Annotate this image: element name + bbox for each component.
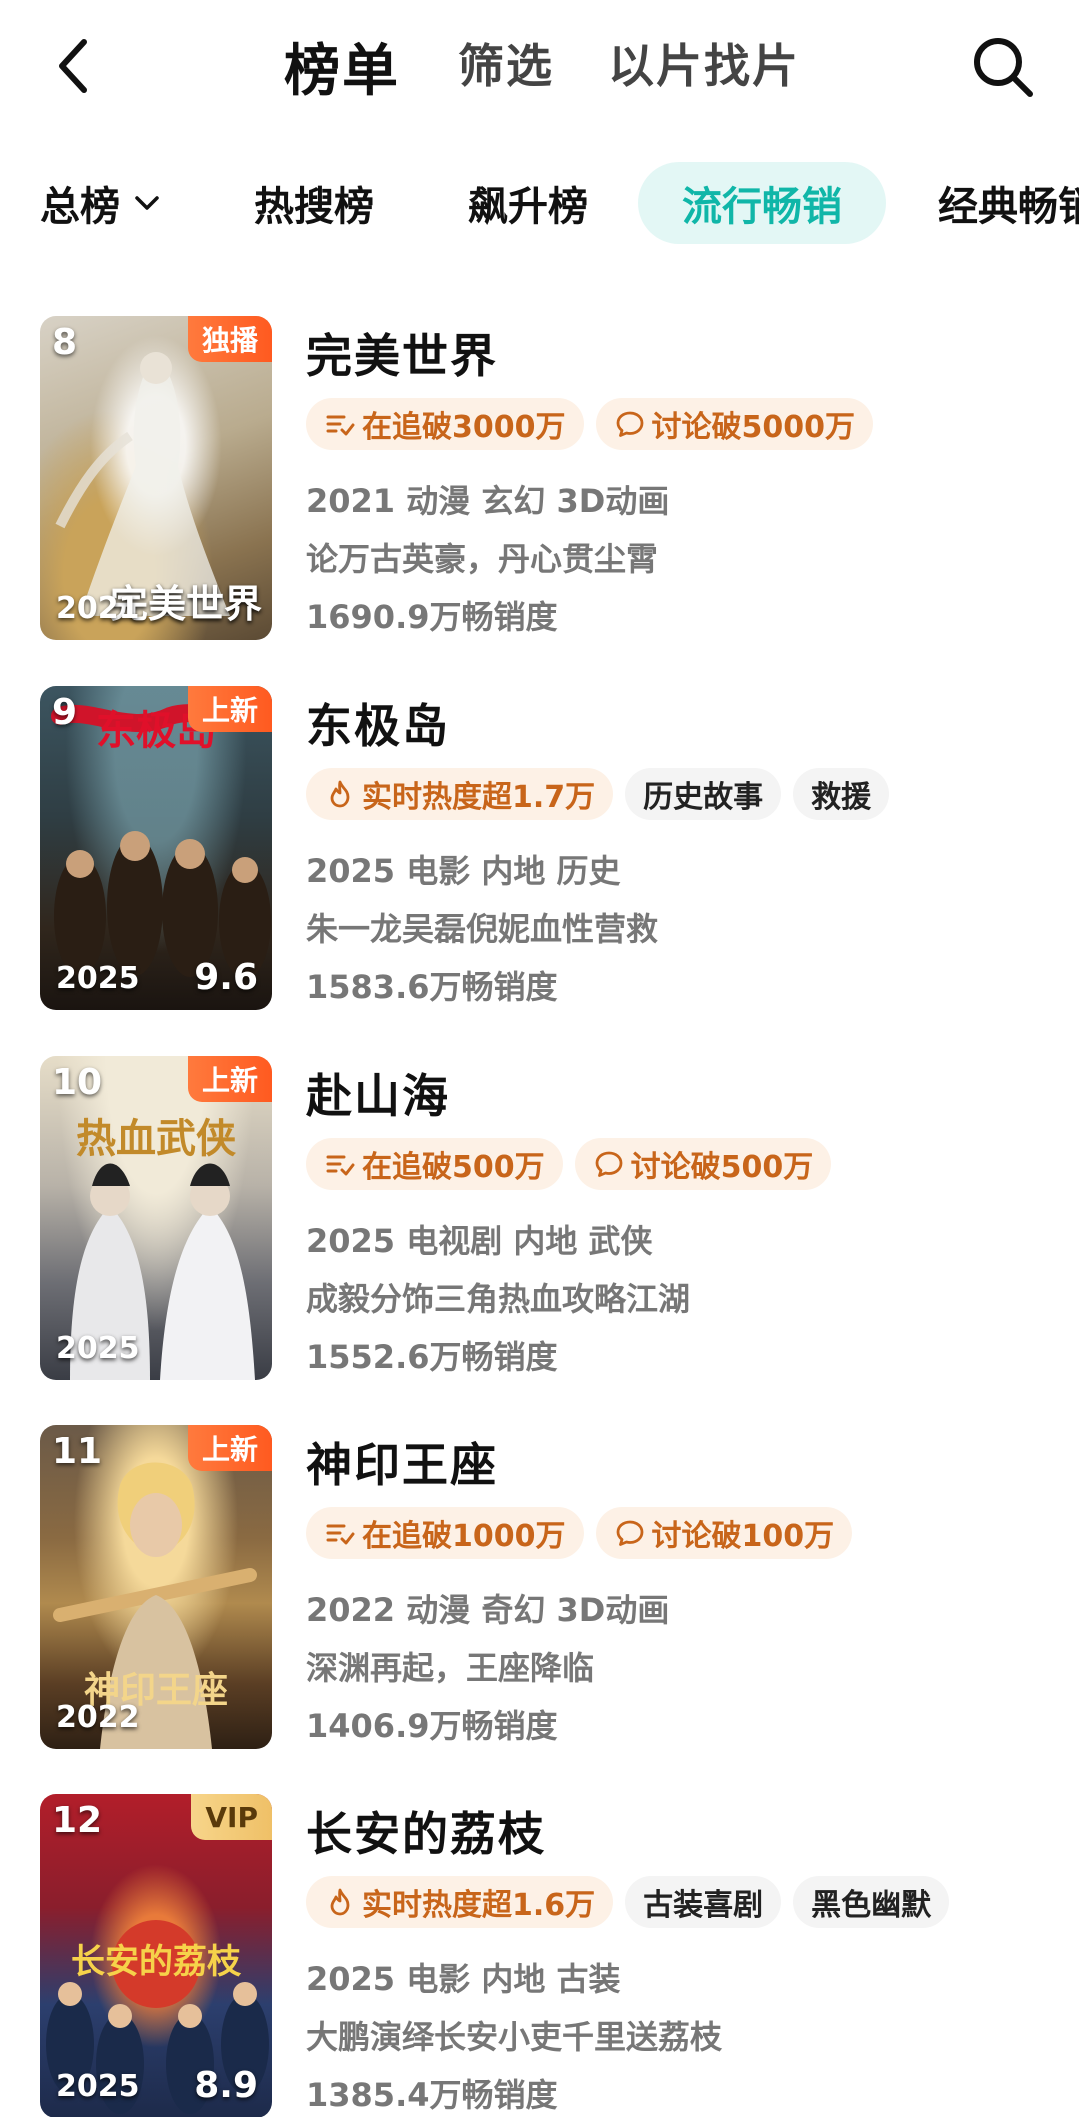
follow-list-icon (326, 1524, 355, 1545)
rating-score: 8.9 (194, 2065, 258, 2106)
rank-number: 11 (52, 1431, 103, 1472)
poster-title: 热血武侠 (76, 1115, 236, 1162)
search-icon (974, 38, 1033, 97)
item-meta: 2025 电影 内地 历史 (306, 852, 621, 890)
follow-list-icon (326, 415, 355, 436)
comment-icon (616, 411, 643, 437)
comment-icon (595, 1151, 623, 1177)
item-description: 大鹏演绎长安小吏千里送荔枝 (306, 2018, 723, 2056)
item-description: 朱一龙吴磊倪妮血性营救 (306, 910, 659, 948)
poster[interactable]: 神印王座 11 上新 2022 (40, 1425, 272, 1749)
list-item[interactable]: 热血武侠 10 上新 2025 赴山海 在追破500万 讨论破500万 2025… (0, 1056, 1079, 1386)
item-description: 深渊再起，王座降临 (306, 1649, 595, 1687)
tab-hot-search[interactable]: 热搜榜 (254, 162, 374, 244)
item-title[interactable]: 神印王座 (306, 1429, 498, 1495)
poster-year: 2025 (56, 1331, 140, 1366)
item-meta: 2025 电视剧 内地 武侠 (306, 1222, 653, 1260)
rating-score: 9.6 (194, 957, 258, 998)
follow-tag: 在追破3000万 (306, 398, 584, 450)
category-dropdown[interactable]: 总榜 (40, 162, 162, 244)
tab-filter[interactable]: 筛选 (458, 30, 554, 96)
back-button[interactable] (48, 36, 98, 96)
item-sales: 1552.6万畅销度 (306, 1338, 558, 1376)
list-item[interactable]: 东极岛 9 上新 2025 9.6 东极岛 实时热度超1.7万 历史故事 救援 … (0, 686, 1079, 1016)
rank-number: 8 (52, 322, 78, 363)
category-dropdown-label: 总榜 (40, 184, 120, 230)
new-badge: 上新 (187, 1425, 272, 1471)
tab-ranking[interactable]: 榜单 (284, 26, 400, 107)
genre-tag[interactable]: 古装喜剧 (625, 1876, 782, 1928)
tag-label: 讨论破500万 (630, 1150, 814, 1185)
poster[interactable]: 完美世界 8 独播 2021 (40, 316, 272, 640)
rank-number: 10 (52, 1062, 103, 1103)
tag-label: 讨论破100万 (651, 1519, 835, 1554)
chevron-down-icon (135, 196, 159, 210)
item-sales: 1583.6万畅销度 (306, 968, 558, 1006)
top-nav-bar: 榜单 筛选 以片找片 (0, 0, 1079, 130)
new-badge: 上新 (187, 1056, 272, 1102)
comment-tag: 讨论破500万 (574, 1138, 832, 1190)
tag-row: 在追破1000万 讨论破100万 (306, 1507, 853, 1559)
tag-row: 在追破3000万 讨论破5000万 (306, 398, 873, 450)
item-meta: 2022 动漫 奇幻 3D动画 (306, 1591, 670, 1629)
poster-year: 2025 (56, 2069, 140, 2104)
item-description: 论万古英豪，丹心贯尘霄 (306, 540, 659, 578)
item-sales: 1690.9万畅销度 (306, 598, 558, 636)
tag-row: 实时热度超1.7万 历史故事 救援 (306, 768, 890, 820)
back-arrow-icon (59, 39, 87, 93)
tag-label: 实时热度超1.7万 (362, 780, 596, 815)
list-item[interactable]: 完美世界 8 独播 2021 完美世界 在追破3000万 讨论破5000万 20… (0, 316, 1079, 646)
follow-tag: 在追破500万 (306, 1138, 563, 1190)
poster[interactable]: 热血武侠 10 上新 2025 (40, 1056, 272, 1380)
tab-classic-sales[interactable]: 经典畅销 (938, 162, 1079, 244)
new-badge: 上新 (187, 686, 272, 732)
item-title[interactable]: 完美世界 (306, 320, 498, 386)
search-button[interactable] (970, 34, 1036, 100)
list-item[interactable]: 神印王座 11 上新 2022 神印王座 在追破1000万 讨论破100万 20… (0, 1425, 1079, 1755)
tag-label: 在追破1000万 (362, 1519, 566, 1554)
exclusive-badge: 独播 (187, 316, 272, 362)
item-sales: 1406.9万畅销度 (306, 1707, 558, 1745)
item-title[interactable]: 长安的荔枝 (306, 1798, 546, 1864)
item-meta: 2025 电影 内地 古装 (306, 1960, 621, 1998)
comment-tag: 讨论破100万 (595, 1507, 853, 1559)
poster-title: 长安的荔枝 (71, 1942, 241, 1982)
item-title[interactable]: 赴山海 (306, 1060, 450, 1126)
poster-year: 2021 (56, 591, 140, 626)
list-item[interactable]: 长安的荔枝 12 VIP 2025 8.9 长安的荔枝 实时热度超1.6万 古装… (0, 1794, 1079, 2117)
comment-tag: 讨论破5000万 (595, 398, 873, 450)
tag-label: 讨论破5000万 (651, 410, 856, 445)
tag-label: 实时热度超1.6万 (362, 1888, 596, 1923)
poster[interactable]: 东极岛 9 上新 2025 9.6 (40, 686, 272, 1010)
rank-number: 9 (52, 692, 78, 733)
item-title[interactable]: 东极岛 (306, 690, 450, 756)
follow-list-icon (326, 1155, 355, 1176)
heat-tag: 实时热度超1.6万 (306, 1876, 614, 1928)
heat-tag: 实时热度超1.7万 (306, 768, 614, 820)
item-sales: 1385.4万畅销度 (306, 2076, 558, 2114)
genre-tag[interactable]: 黑色幽默 (793, 1876, 950, 1928)
tab-find-by-clip[interactable]: 以片找片 (608, 30, 800, 96)
comment-icon (616, 1520, 643, 1546)
tag-row: 实时热度超1.6万 古装喜剧 黑色幽默 (306, 1876, 950, 1928)
rank-number: 12 (52, 1800, 103, 1841)
flame-icon (330, 780, 350, 808)
vip-badge: VIP (191, 1794, 272, 1840)
follow-tag: 在追破1000万 (306, 1507, 584, 1559)
poster-year: 2025 (56, 961, 140, 996)
flame-icon (330, 1888, 350, 1916)
tab-popular-sales[interactable]: 流行畅销 (638, 162, 886, 244)
item-description: 成毅分饰三角热血攻略江湖 (306, 1280, 691, 1318)
tag-row: 在追破500万 讨论破500万 (306, 1138, 832, 1190)
tag-label: 在追破3000万 (362, 410, 566, 445)
item-meta: 2021 动漫 玄幻 3D动画 (306, 482, 670, 520)
poster[interactable]: 长安的荔枝 12 VIP 2025 8.9 (40, 1794, 272, 2117)
poster-year: 2022 (56, 1700, 140, 1735)
tag-label: 在追破500万 (362, 1150, 545, 1185)
category-tabs: 总榜 热搜榜 飙升榜 流行畅销 经典畅销 (0, 162, 1079, 244)
genre-tag[interactable]: 救援 (793, 768, 890, 820)
tab-rising[interactable]: 飙升榜 (468, 162, 588, 244)
genre-tag[interactable]: 历史故事 (625, 768, 782, 820)
